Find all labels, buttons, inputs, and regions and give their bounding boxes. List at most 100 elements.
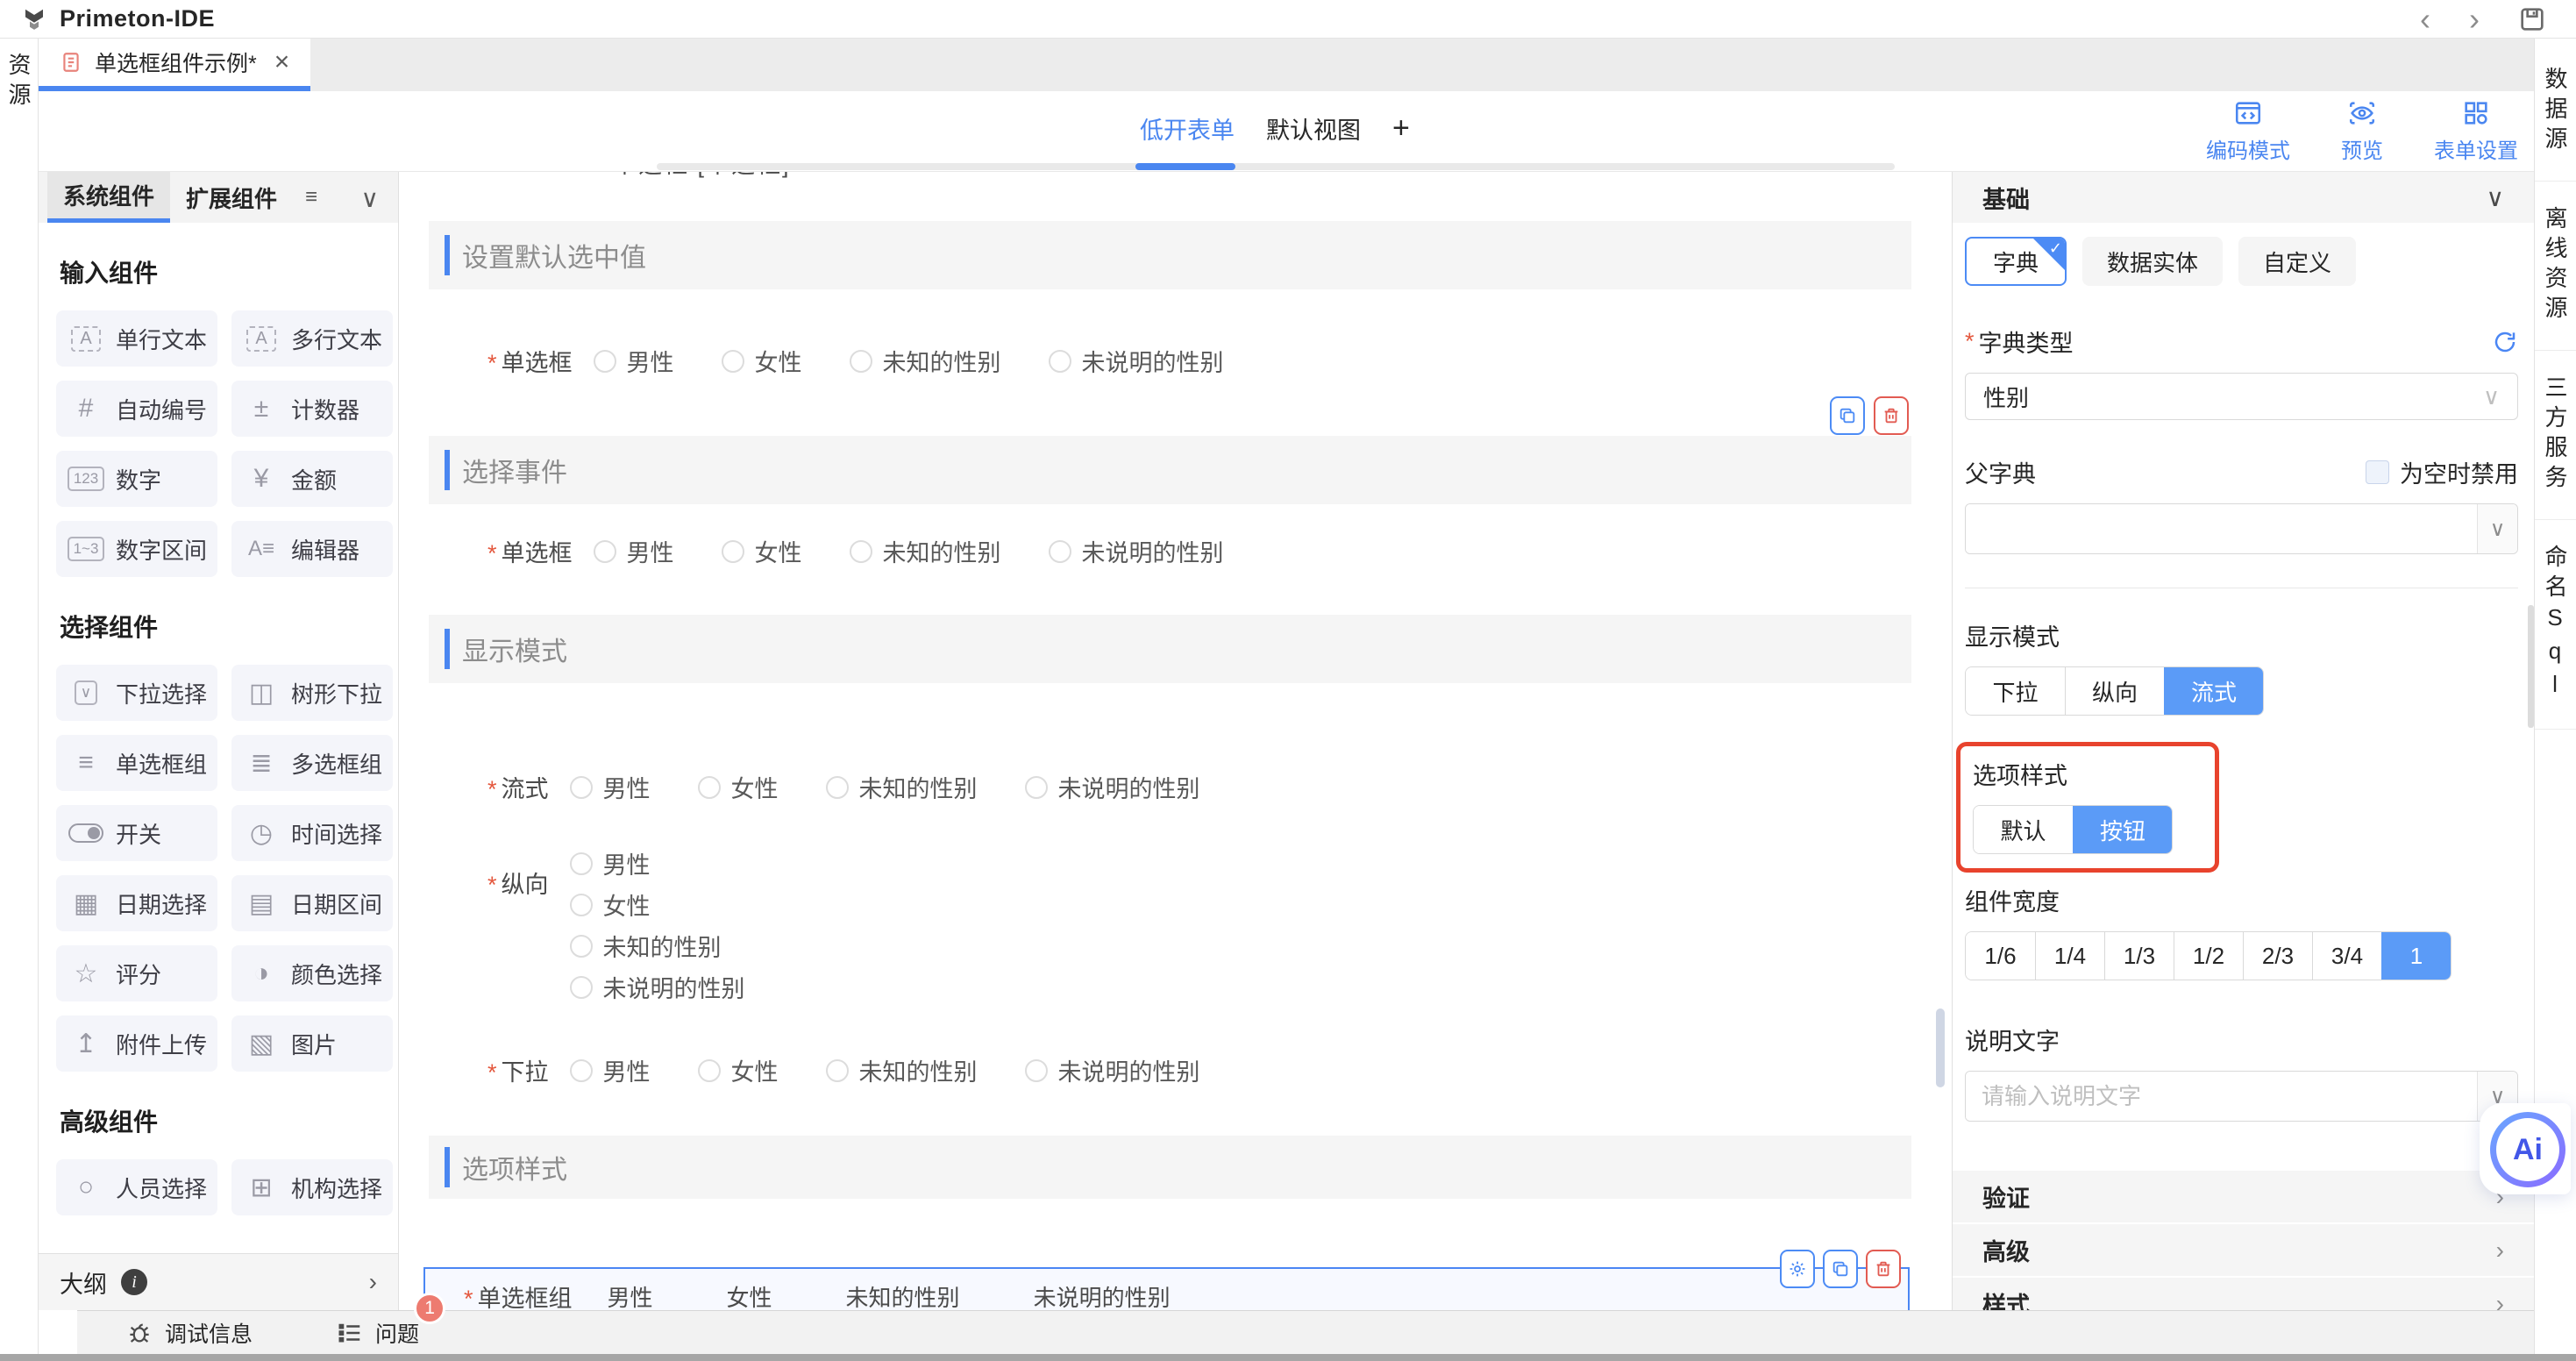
- radio-option[interactable]: 男性: [570, 846, 745, 880]
- panel-section-style[interactable]: 样式 ›: [1953, 1278, 2534, 1310]
- radio-option[interactable]: 男性: [570, 770, 651, 804]
- rail-item-third-party-services[interactable]: 三方服务: [2535, 351, 2576, 520]
- component-file-upload[interactable]: ↥附件上传: [56, 1015, 217, 1072]
- disable-when-empty-checkbox[interactable]: [2366, 460, 2389, 484]
- button-style-option[interactable]: 男性: [608, 1280, 653, 1311]
- radio-option[interactable]: 男性: [594, 534, 674, 568]
- outline-toggle[interactable]: 大纲 i ›: [39, 1253, 398, 1310]
- component-editor[interactable]: A≡编辑器: [231, 521, 393, 577]
- copy-component-button[interactable]: [1830, 396, 1865, 435]
- nav-back-button[interactable]: ‹: [2420, 4, 2430, 35]
- radio-option[interactable]: 未知的性别: [570, 929, 745, 963]
- code-mode-button[interactable]: 编码模式: [2206, 98, 2290, 164]
- source-tab-custom[interactable]: 自定义: [2238, 237, 2356, 286]
- component-switch[interactable]: 开关: [56, 805, 217, 861]
- radio-option[interactable]: 女性: [698, 1053, 779, 1087]
- component-time-picker[interactable]: ◷时间选择: [231, 805, 393, 861]
- radio-option[interactable]: 女性: [698, 770, 779, 804]
- component-date-picker[interactable]: ▦日期选择: [56, 875, 217, 931]
- expression-dropdown-button[interactable]: ∨: [2477, 504, 2517, 553]
- width-1-6-button[interactable]: 1/6: [1966, 932, 2035, 980]
- ai-assistant-button[interactable]: Ai: [2490, 1112, 2565, 1187]
- option-style-button-button[interactable]: 按钮: [2073, 806, 2172, 853]
- width-2-3-button[interactable]: 2/3: [2243, 932, 2312, 980]
- form-settings-button[interactable]: 表单设置: [2434, 98, 2518, 164]
- canvas-hscroll-thumb[interactable]: [1135, 163, 1235, 170]
- settings-gear-button[interactable]: [1780, 1250, 1815, 1288]
- rail-item-named-sql[interactable]: 命名Sql: [2535, 520, 2576, 730]
- radio-field-default-value[interactable]: *单选框 男性 女性 未知的性别 未说明的性别: [429, 344, 1952, 378]
- component-radio-group[interactable]: ≡单选框组: [56, 735, 217, 791]
- radio-option[interactable]: 男性: [570, 1053, 651, 1087]
- radio-option[interactable]: 未知的性别: [826, 1053, 978, 1087]
- debug-info-button[interactable]: 调试信息: [126, 1317, 253, 1349]
- component-tree-dropdown[interactable]: ◫树形下拉: [231, 665, 393, 721]
- rail-item-offline-resources[interactable]: 离线资源: [2535, 182, 2576, 351]
- refresh-icon[interactable]: [2492, 329, 2518, 355]
- copy-component-button[interactable]: [1823, 1250, 1858, 1288]
- component-person-select[interactable]: ○人员选择: [56, 1159, 217, 1215]
- display-mode-dropdown-button[interactable]: 下拉: [1966, 667, 2065, 715]
- component-single-line-text[interactable]: A单行文本: [56, 310, 217, 367]
- radio-option[interactable]: 未知的性别: [826, 770, 978, 804]
- radio-field-vertical[interactable]: *纵向 男性 女性 未知的性别 未说明的性别: [429, 846, 1952, 1004]
- width-3-4-button[interactable]: 3/4: [2312, 932, 2381, 980]
- delete-component-button[interactable]: [1874, 396, 1909, 435]
- width-1-2-button[interactable]: 1/2: [2174, 932, 2243, 980]
- component-dropdown-select[interactable]: ∨下拉选择: [56, 665, 217, 721]
- add-view-button[interactable]: +: [1392, 111, 1410, 146]
- component-org-select[interactable]: ⊞机构选择: [231, 1159, 393, 1215]
- preview-button[interactable]: 预览: [2341, 98, 2383, 164]
- save-icon[interactable]: [2518, 5, 2546, 33]
- dict-type-select[interactable]: 性别 ∨: [1965, 373, 2518, 420]
- radio-field-flow[interactable]: *流式 男性 女性 未知的性别 未说明的性别: [429, 770, 1952, 804]
- tab-system-components[interactable]: 系统组件: [47, 172, 170, 223]
- source-tab-data-entity[interactable]: 数据实体: [2082, 237, 2223, 286]
- filter-menu-icon[interactable]: ≡: [305, 185, 317, 210]
- rail-item-datasource[interactable]: 数据源: [2535, 39, 2576, 182]
- component-number[interactable]: 123数字: [56, 451, 217, 507]
- form-canvas[interactable]: 单选框 [单选框] 设置默认选中值 *单选框 男性 女性 未知的性别 未说明的性…: [399, 172, 1952, 1310]
- panel-section-validation[interactable]: 验证 ›: [1953, 1171, 2534, 1224]
- display-mode-flow-button[interactable]: 流式: [2164, 667, 2263, 715]
- panel-scroll-thumb[interactable]: [2528, 605, 2534, 728]
- selected-component-radio-group[interactable]: *单选框组 男性 女性 未知的性别 未说明的性别 查看Api: [423, 1267, 1910, 1310]
- option-style-default-button[interactable]: 默认: [1974, 806, 2073, 853]
- radio-option[interactable]: 未说明的性别: [1049, 344, 1224, 378]
- radio-option[interactable]: 未说明的性别: [1025, 1053, 1200, 1087]
- component-image[interactable]: ▧图片: [231, 1015, 393, 1072]
- radio-option[interactable]: 女性: [722, 534, 802, 568]
- width-1-4-button[interactable]: 1/4: [2035, 932, 2104, 980]
- parent-dict-input[interactable]: [1966, 504, 2477, 553]
- canvas-hscroll-track[interactable]: [657, 163, 1895, 170]
- button-style-option[interactable]: 未知的性别: [846, 1280, 960, 1311]
- radio-option[interactable]: 女性: [722, 344, 802, 378]
- component-checkbox-group[interactable]: ≣多选框组: [231, 735, 393, 791]
- radio-field-select-event[interactable]: *单选框 男性 女性 未知的性别 未说明的性别: [429, 534, 1952, 568]
- rail-item-resources[interactable]: 资源: [3, 53, 35, 112]
- tab-default-view[interactable]: 默认视图: [1266, 111, 1361, 146]
- tab-radio-component-example[interactable]: 单选框组件示例* ×: [39, 39, 310, 86]
- problems-button[interactable]: 问题 1: [337, 1317, 419, 1349]
- component-multi-line-text[interactable]: A多行文本: [231, 310, 393, 367]
- radio-option[interactable]: 未知的性别: [850, 534, 1001, 568]
- radio-option[interactable]: 男性: [594, 344, 674, 378]
- button-style-option[interactable]: 女性: [727, 1280, 772, 1311]
- width-1-3-button[interactable]: 1/3: [2104, 932, 2174, 980]
- tab-extension-components[interactable]: 扩展组件: [170, 172, 293, 223]
- close-icon[interactable]: ×: [274, 47, 290, 77]
- radio-option[interactable]: 未知的性别: [850, 344, 1001, 378]
- nav-forward-button[interactable]: ›: [2469, 4, 2480, 35]
- component-number-range[interactable]: 1~3数字区间: [56, 521, 217, 577]
- radio-option[interactable]: 女性: [570, 887, 745, 922]
- radio-option[interactable]: 未说明的性别: [570, 970, 745, 1004]
- component-date-range[interactable]: ▤日期区间: [231, 875, 393, 931]
- component-auto-number[interactable]: #自动编号: [56, 381, 217, 437]
- delete-component-button[interactable]: [1866, 1250, 1901, 1288]
- width-full-button[interactable]: 1: [2381, 932, 2451, 980]
- radio-field-dropdown[interactable]: *下拉 男性 女性 未知的性别 未说明的性别: [429, 1053, 1952, 1087]
- tab-lowcode-form[interactable]: 低开表单: [1140, 111, 1235, 146]
- panel-section-basic[interactable]: 基础 ∨: [1953, 172, 2534, 223]
- source-tab-dictionary[interactable]: 字典 ✓: [1965, 237, 2067, 286]
- component-rating[interactable]: ☆评分: [56, 945, 217, 1001]
